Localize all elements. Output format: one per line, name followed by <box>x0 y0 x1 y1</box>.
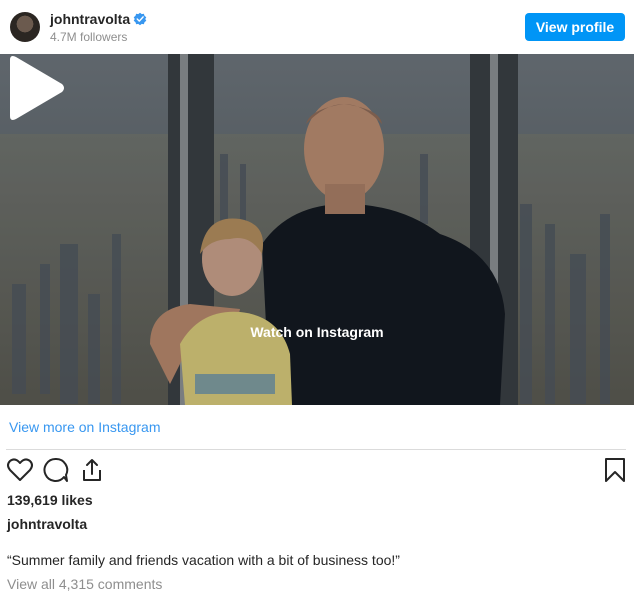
follower-count: 4.7M followers <box>50 30 128 44</box>
play-icon[interactable] <box>0 54 68 122</box>
view-more-link[interactable]: View more on Instagram <box>9 419 160 435</box>
watch-on-instagram-label[interactable]: Watch on Instagram <box>0 324 634 340</box>
view-profile-button[interactable]: View profile <box>525 13 625 41</box>
heart-icon[interactable] <box>6 456 34 484</box>
verified-badge-icon <box>133 12 147 26</box>
share-icon[interactable] <box>78 456 106 484</box>
like-count[interactable]: 139,619 likes <box>7 492 93 508</box>
post-header: johntravolta 4.7M followers View profile <box>0 0 634 54</box>
username[interactable]: johntravolta <box>50 11 130 27</box>
comment-icon[interactable] <box>42 456 70 484</box>
avatar[interactable] <box>10 12 40 42</box>
video-thumbnail[interactable]: Watch on Instagram <box>0 54 634 405</box>
view-all-comments-link[interactable]: View all 4,315 comments <box>7 576 162 592</box>
caption-text: “Summer family and friends vacation with… <box>7 552 400 568</box>
caption-username[interactable]: johntravolta <box>7 516 87 532</box>
divider <box>6 449 626 450</box>
video-frame-image <box>0 54 634 405</box>
bookmark-icon[interactable] <box>601 456 629 484</box>
